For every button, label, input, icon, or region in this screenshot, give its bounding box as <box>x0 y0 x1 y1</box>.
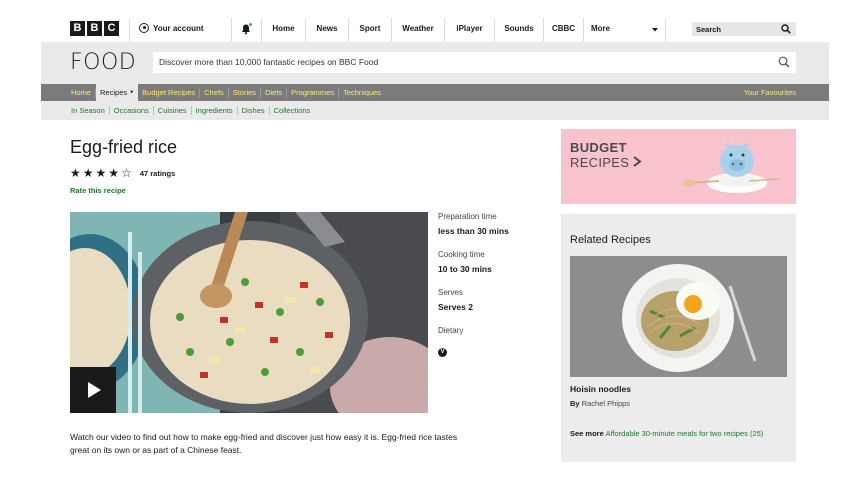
cook-time-value: 10 to 30 mins <box>438 264 492 274</box>
food-nav-techniques[interactable]: Techniques <box>339 84 385 101</box>
chevron-down-icon: ▼ <box>129 89 135 96</box>
nav-item-sounds[interactable]: Sounds <box>494 18 543 42</box>
bbc-logo-letter: B <box>87 21 102 36</box>
related-recipes-heading: Related Recipes <box>570 234 651 246</box>
bbc-logo[interactable]: B B C <box>70 21 119 36</box>
related-recipe-author[interactable]: Rachel Phipps <box>582 399 630 408</box>
food-nav-recipes-label: Recipes <box>100 88 128 97</box>
bbc-top-bar: B B C Your account Home News Sport Weath… <box>41 14 829 42</box>
food-nav-home[interactable]: Home <box>67 84 95 101</box>
bbc-search-box[interactable]: Search <box>692 22 796 36</box>
subnav-occasions[interactable]: Occasions <box>110 106 153 115</box>
vegetarian-icon: V <box>438 348 447 357</box>
subnav-collections[interactable]: Collections <box>270 106 315 115</box>
nav-item-cbbc[interactable]: CBBC <box>543 18 583 42</box>
search-icon[interactable] <box>778 56 790 68</box>
nav-more-label: More <box>591 24 611 33</box>
account-link[interactable]: Your account <box>139 23 204 33</box>
your-favourites-link[interactable]: Your Favourites <box>744 84 796 101</box>
recipe-title: Egg-fried rice <box>70 137 178 157</box>
food-nav-programmes[interactable]: Programmes <box>287 84 338 101</box>
see-more-link[interactable]: Affordable 30-minute meals for two recip… <box>605 429 763 438</box>
recipe-search-placeholder: Discover more than 10,000 fantastic reci… <box>159 57 379 67</box>
budget-promo-line1: BUDGET <box>570 140 627 155</box>
star-filled-icon: ★ <box>108 166 120 180</box>
recipe-search-input[interactable]: Discover more than 10,000 fantastic reci… <box>153 52 796 73</box>
hoisin-noodles-image <box>570 256 787 377</box>
star-filled-icon: ★ <box>95 166 107 180</box>
see-more-prefix: See more <box>570 429 604 438</box>
subnav-dishes[interactable]: Dishes <box>238 106 269 115</box>
budget-recipes-promo[interactable]: BUDGET RECIPES <box>561 129 796 204</box>
related-recipe-byline: By Rachel Phipps <box>570 399 630 408</box>
budget-promo-line2-text: RECIPES <box>570 155 630 170</box>
rate-recipe-link[interactable]: Rate this recipe <box>70 186 126 195</box>
star-filled-icon: ★ <box>82 166 94 180</box>
byline-prefix: By <box>570 399 580 408</box>
food-nav-recipes[interactable]: Recipes ▼ <box>96 84 139 101</box>
star-filled-icon: ★ <box>70 166 81 180</box>
recipe-video-image[interactable] <box>70 212 428 413</box>
bbc-logo-letter: B <box>70 21 85 36</box>
prep-time-value: less than 30 mins <box>438 226 509 236</box>
recipe-facts: Preparation time less than 30 mins Cooki… <box>438 212 548 358</box>
notifications-bell-icon[interactable] <box>240 23 252 35</box>
nav-item-news[interactable]: News <box>305 18 348 42</box>
star-rating[interactable]: ★ ★ ★ ★ ☆ 47 ratings <box>70 167 175 179</box>
chevron-right-icon <box>633 156 642 167</box>
subnav-in-season[interactable]: In Season <box>67 106 109 115</box>
user-icon <box>139 23 149 33</box>
food-header: FOOD Discover more than 10,000 fantastic… <box>41 42 829 84</box>
nav-item-home[interactable]: Home <box>261 18 305 42</box>
account-label: Your account <box>153 23 204 33</box>
related-recipe-image[interactable] <box>570 256 787 377</box>
subnav-cuisines[interactable]: Cuisines <box>154 106 191 115</box>
food-nav-budget[interactable]: Budget Recipes <box>138 84 199 101</box>
recipes-sub-nav: In Season Occasions Cuisines Ingredients… <box>41 101 829 120</box>
bbc-main-nav: Home News Sport Weather iPlayer Sounds C… <box>261 18 666 42</box>
food-nav-stories[interactable]: Stories <box>229 84 260 101</box>
related-recipes-panel: Related Recipes Hoisin noodles By Rachel… <box>561 214 796 462</box>
nav-item-more[interactable]: More <box>583 18 666 42</box>
nav-item-weather[interactable]: Weather <box>391 18 444 42</box>
prep-time-label: Preparation time <box>438 212 497 221</box>
star-empty-icon: ☆ <box>121 166 132 180</box>
food-nav-chefs[interactable]: Chefs <box>200 84 228 101</box>
nav-item-sport[interactable]: Sport <box>348 18 391 42</box>
food-nav-diets[interactable]: Diets <box>261 84 286 101</box>
serves-label: Serves <box>438 288 463 297</box>
divider <box>129 18 130 42</box>
play-video-button[interactable] <box>70 367 116 413</box>
page-shell: B B C Your account Home News Sport Weath… <box>41 0 829 484</box>
cook-time-label: Cooking time <box>438 250 485 259</box>
food-section-nav: Home Recipes ▼ Budget Recipes Chefs Stor… <box>41 84 829 101</box>
ratings-count: 47 ratings <box>139 168 176 178</box>
divider <box>231 18 232 42</box>
chevron-down-icon <box>652 28 658 32</box>
subnav-ingredients[interactable]: Ingredients <box>192 106 237 115</box>
egg-fried-rice-image <box>70 212 428 413</box>
serves-value: Serves 2 <box>438 302 473 312</box>
bbc-search-label: Search <box>696 25 722 34</box>
related-recipe-title[interactable]: Hoisin noodles <box>570 384 631 394</box>
budget-promo-line2: RECIPES <box>570 155 642 170</box>
recipe-description: Watch our video to find out how to make … <box>70 432 458 455</box>
dietary-label: Dietary <box>438 326 464 335</box>
bbc-logo-letter: C <box>104 21 119 36</box>
search-icon[interactable] <box>781 24 791 34</box>
food-logo[interactable]: FOOD <box>70 50 136 75</box>
nav-item-iplayer[interactable]: iPlayer <box>444 18 494 42</box>
see-more-block: See more Affordable 30-minute meals for … <box>570 429 780 440</box>
piggy-bank-illustration <box>683 141 780 193</box>
